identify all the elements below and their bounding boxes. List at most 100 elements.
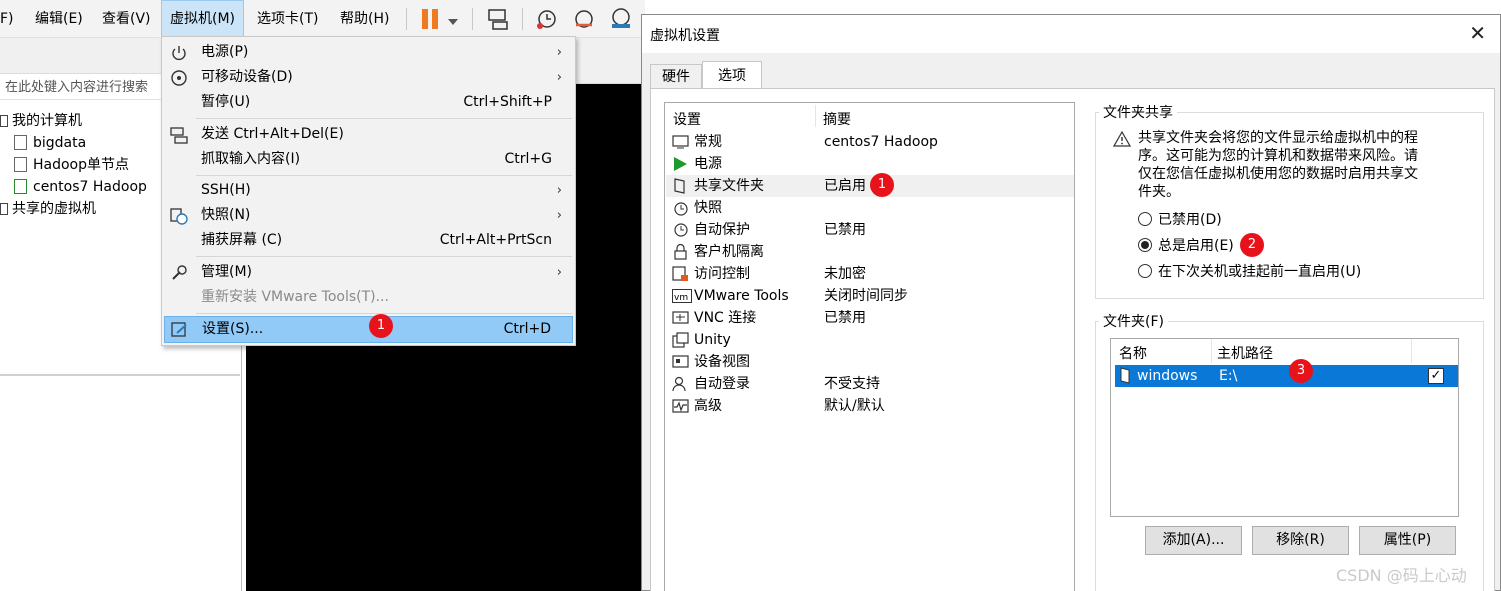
- user-icon: [672, 376, 689, 392]
- menu-item-manage[interactable]: 管理(M) ›: [164, 260, 573, 285]
- settings-row-name: 共享文件夹: [694, 178, 764, 194]
- wrench-icon: [170, 264, 188, 282]
- snapshot-manager-icon[interactable]: [609, 7, 633, 31]
- settings-row-name: 客户机隔离: [694, 244, 764, 260]
- menu-file[interactable]: F): [0, 0, 14, 38]
- add-button[interactable]: 添加(A)...: [1145, 526, 1242, 555]
- menu-item-settings[interactable]: 设置(S)... Ctrl+D: [164, 316, 573, 343]
- pause-icon[interactable]: [420, 8, 444, 32]
- panel-divider: [0, 374, 240, 376]
- column-divider: [1211, 339, 1212, 363]
- settings-row-summary: 不受支持: [824, 376, 880, 392]
- menu-item-ssh[interactable]: SSH(H) ›: [164, 178, 573, 203]
- tree-my-computer[interactable]: 我的计算机: [0, 110, 82, 132]
- settings-row-summary: centos7 Hadoop: [824, 134, 938, 150]
- settings-row-access-control[interactable]: 访问控制 未加密: [666, 263, 1074, 285]
- revert-snapshot-icon[interactable]: [572, 7, 596, 31]
- snapshot-icon[interactable]: [535, 7, 559, 31]
- settings-list[interactable]: 设置 摘要 常规 centos7 Hadoop 电源 共享文件夹 已启用 1 快…: [664, 102, 1075, 591]
- tab-hardware[interactable]: 硬件: [650, 64, 702, 89]
- tree-vm-centos7[interactable]: centos7 Hadoop: [14, 176, 147, 198]
- tab-panel: 设置 摘要 常规 centos7 Hadoop 电源 共享文件夹 已启用 1 快…: [650, 88, 1495, 591]
- menu-item-power[interactable]: 电源(P) ›: [164, 40, 573, 65]
- unity-icon: [672, 332, 689, 348]
- vm-icon: [14, 157, 27, 172]
- menu-item-snapshot[interactable]: 快照(N) ›: [164, 203, 573, 228]
- menu-item-pause[interactable]: 暂停(U) Ctrl+Shift+P: [164, 90, 573, 115]
- column-header-host-path[interactable]: 主机路径: [1217, 343, 1273, 363]
- settings-row-device-view[interactable]: 设备视图: [666, 351, 1074, 373]
- settings-row-guest-isolation[interactable]: 客户机隔离: [666, 241, 1074, 263]
- menu-tabs[interactable]: 选项卡(T): [257, 0, 318, 38]
- menu-vm[interactable]: 虚拟机(M): [161, 0, 245, 38]
- radio-always-enabled[interactable]: 总是启用(E): [1138, 235, 1234, 257]
- menu-item-label: 快照(N): [201, 207, 251, 223]
- menu-item-send-ctrl-alt-del[interactable]: 发送 Ctrl+Alt+Del(E): [164, 122, 573, 147]
- toolbar-separator: [472, 8, 473, 30]
- settings-row-summary: 未加密: [824, 266, 866, 282]
- dropdown-arrow-icon[interactable]: [447, 14, 459, 25]
- tree-vm-hadoop[interactable]: Hadoop单节点: [14, 154, 129, 176]
- send-keys-icon[interactable]: [486, 7, 510, 31]
- settings-row-general[interactable]: 常规 centos7 Hadoop: [666, 131, 1074, 153]
- folder-enabled-checkbox[interactable]: ✓: [1428, 368, 1444, 384]
- menu-item-label: 设置(S)...: [202, 321, 264, 337]
- tab-options[interactable]: 选项: [702, 61, 762, 89]
- vm-running-icon: [14, 179, 27, 194]
- settings-row-name: VNC 连接: [694, 310, 757, 326]
- settings-row-snapshots[interactable]: 快照: [666, 197, 1074, 219]
- settings-row-power[interactable]: 电源: [666, 153, 1074, 175]
- menu-edit[interactable]: 编辑(E): [35, 0, 83, 38]
- tree-label: bigdata: [33, 135, 87, 151]
- menu-item-label: 发送 Ctrl+Alt+Del(E): [201, 126, 344, 142]
- remove-button[interactable]: 移除(R): [1252, 526, 1349, 555]
- vm-icon: [14, 135, 27, 150]
- radio-until-poweroff[interactable]: 在下次关机或挂起前一直启用(U): [1138, 261, 1361, 283]
- settings-row-name: 自动登录: [694, 376, 750, 392]
- advanced-icon: [672, 398, 689, 414]
- folder-sharing-title: 文件夹共享: [1099, 102, 1177, 122]
- menu-help[interactable]: 帮助(H): [340, 0, 389, 38]
- menu-item-label: 电源(P): [201, 44, 249, 60]
- play-icon: [672, 156, 689, 172]
- folder-host-path: E:\: [1219, 368, 1238, 384]
- step-badge: 2: [1240, 233, 1264, 257]
- menu-item-capture-screen[interactable]: 捕获屏幕 (C) Ctrl+Alt+PrtScn: [164, 228, 573, 253]
- menu-item-grab-input[interactable]: 抓取输入内容(I) Ctrl+G: [164, 147, 573, 172]
- toolbar-separator: [406, 8, 407, 30]
- tree-shared-vms[interactable]: 共享的虚拟机: [0, 198, 96, 220]
- shared-folder-row[interactable]: windows E:\ ✓: [1115, 365, 1458, 387]
- shared-vms-icon: [0, 203, 8, 215]
- settings-row-vmware-tools[interactable]: vm VMware Tools 关闭时间同步: [666, 285, 1074, 307]
- settings-row-vnc[interactable]: VNC 连接 已禁用: [666, 307, 1074, 329]
- column-header-setting[interactable]: 设置: [673, 109, 701, 129]
- watermark-text: CSDN @码上心动: [1336, 566, 1467, 585]
- menu-bar: F) 编辑(E) 查看(V) 虚拟机(M) 选项卡(T) 帮助(H): [0, 0, 645, 38]
- general-icon: [672, 134, 689, 150]
- shared-folders-list[interactable]: 名称 主机路径 windows E:\ ✓: [1110, 338, 1459, 517]
- settings-row-advanced[interactable]: 高级 默认/默认: [666, 395, 1074, 417]
- send-keys-icon: [170, 126, 188, 144]
- menu-item-removable-devices[interactable]: 可移动设备(D) ›: [164, 65, 573, 90]
- step-badge: 1: [369, 314, 393, 338]
- folders-title: 文件夹(F): [1099, 311, 1168, 331]
- menu-separator: [196, 256, 572, 257]
- step-badge: 1: [870, 173, 894, 197]
- column-header-summary[interactable]: 摘要: [823, 109, 851, 129]
- column-header-name[interactable]: 名称: [1119, 343, 1147, 363]
- radio-disabled[interactable]: 已禁用(D): [1138, 209, 1222, 231]
- settings-row-summary: 已启用: [824, 178, 866, 194]
- lock-icon: [672, 243, 689, 260]
- settings-row-autoprotect[interactable]: 自动保护 已禁用: [666, 219, 1074, 241]
- shared-folder-icon: [672, 178, 689, 194]
- menu-view[interactable]: 查看(V): [102, 0, 151, 38]
- toolbar-separator: [522, 8, 523, 30]
- menu-item-label: 暂停(U): [201, 94, 251, 110]
- close-icon[interactable]: ✕: [1469, 21, 1486, 45]
- tree-vm-bigdata[interactable]: bigdata: [14, 132, 86, 154]
- properties-button[interactable]: 属性(P): [1359, 526, 1456, 555]
- removable-device-icon: [170, 69, 188, 87]
- settings-row-unity[interactable]: Unity: [666, 329, 1074, 351]
- radio-label: 在下次关机或挂起前一直启用(U): [1158, 264, 1362, 280]
- settings-row-autologin[interactable]: 自动登录 不受支持: [666, 373, 1074, 395]
